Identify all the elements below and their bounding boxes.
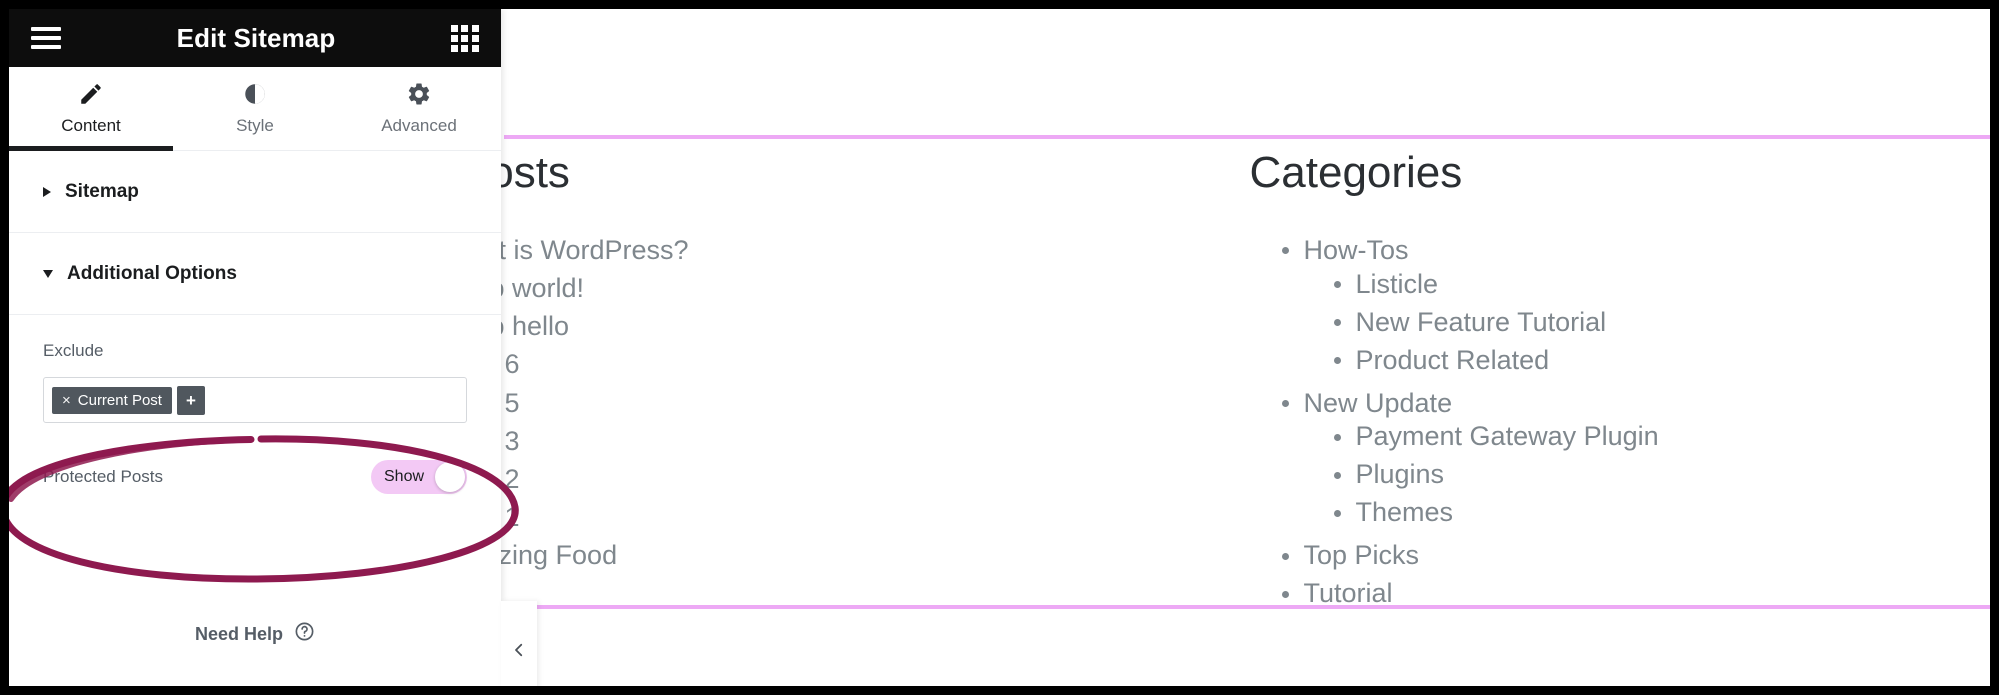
bullet-icon bbox=[1333, 471, 1341, 479]
list-item-label: How-Tos bbox=[1303, 234, 1409, 265]
list-item[interactable]: Themes bbox=[1333, 494, 1991, 532]
list-item[interactable]: Listicle bbox=[1333, 265, 1991, 303]
bullet-icon bbox=[1281, 400, 1289, 408]
list-item[interactable]: Tutorial bbox=[1281, 575, 1991, 613]
categories-list: How-Tos Listicle New Feature Tutorial Pr… bbox=[1250, 231, 1991, 613]
section-sitemap[interactable]: Sitemap bbox=[9, 151, 501, 233]
bullet-icon bbox=[1281, 247, 1289, 255]
gear-icon bbox=[406, 81, 432, 107]
bullet-icon bbox=[1333, 509, 1341, 517]
list-item-label: Tutorial bbox=[1303, 578, 1393, 609]
tab-label: Content bbox=[61, 116, 121, 135]
page-title: Edit Sitemap bbox=[176, 22, 336, 53]
list-item[interactable]: What is WordPress? bbox=[421, 231, 1130, 269]
bullet-icon bbox=[1333, 319, 1341, 327]
list-item[interactable]: Blog 3 bbox=[421, 422, 1130, 460]
list-item[interactable]: New Feature Tutorial bbox=[1333, 303, 1991, 341]
panel-collapse-button[interactable] bbox=[501, 601, 537, 686]
list-item-label: New Update bbox=[1303, 387, 1453, 418]
list-item[interactable]: Amazing Food bbox=[421, 537, 1130, 575]
tab-content[interactable]: Content bbox=[9, 67, 173, 151]
list-item-label: Plugins bbox=[1355, 459, 1445, 490]
toggle-knob bbox=[435, 462, 465, 492]
nested-list: Payment Gateway Plugin Plugins Themes bbox=[1304, 418, 1991, 532]
chevron-down-icon bbox=[43, 269, 53, 278]
tag-chip-current-post[interactable]: × Current Post bbox=[52, 386, 172, 414]
screen: My Posts What is WordPress? Hello world!… bbox=[0, 0, 1999, 695]
exclude-label: Exclude bbox=[43, 341, 104, 360]
list-item[interactable]: New Update Payment Gateway Plugin Plugin… bbox=[1281, 384, 1991, 537]
tag-chip-label: Current Post bbox=[77, 391, 162, 409]
list-item-label: Themes bbox=[1355, 497, 1454, 528]
section-additional-options[interactable]: Additional Options bbox=[9, 233, 501, 315]
list-item[interactable]: Blog 5 bbox=[421, 384, 1130, 422]
list-item[interactable]: Blog 6 bbox=[421, 346, 1130, 384]
bullet-icon bbox=[1281, 590, 1289, 598]
protected-posts-row: Protected Posts Show bbox=[43, 457, 467, 497]
tab-advanced[interactable]: Advanced bbox=[337, 67, 501, 150]
list-item[interactable]: Blog 1 bbox=[421, 498, 1130, 536]
apps-grid-icon[interactable] bbox=[451, 24, 479, 52]
toggle-state-label: Show bbox=[384, 468, 425, 485]
bullet-icon bbox=[1333, 281, 1341, 289]
bullet-icon bbox=[1333, 357, 1341, 365]
panel-header: Edit Sitemap bbox=[9, 9, 501, 67]
list-item-label: Top Picks bbox=[1303, 540, 1420, 571]
tab-label: Advanced bbox=[381, 116, 457, 135]
list-item[interactable]: How-Tos Listicle New Feature Tutorial Pr… bbox=[1281, 231, 1991, 384]
panel-body: Sitemap Additional Options Exclude × Cur… bbox=[9, 151, 501, 582]
tab-label: Style bbox=[236, 116, 274, 135]
pencil-icon bbox=[78, 81, 104, 107]
protected-posts-toggle[interactable]: Show bbox=[371, 460, 467, 494]
list-item[interactable]: Plugins bbox=[1333, 456, 1991, 494]
nested-list: Listicle New Feature Tutorial Product Re… bbox=[1304, 265, 1991, 379]
editor-panel: Edit Sitemap Content Style Advanced Site… bbox=[9, 9, 501, 686]
section-title: Additional Options bbox=[67, 262, 237, 284]
bullet-icon bbox=[1333, 433, 1341, 441]
list-item[interactable]: Product Related bbox=[1333, 341, 1991, 379]
panel-tabs: Content Style Advanced bbox=[9, 67, 501, 151]
bullet-icon bbox=[1281, 552, 1289, 560]
list-item[interactable]: Hello world! bbox=[421, 270, 1130, 308]
section-title: Sitemap bbox=[65, 180, 139, 202]
protected-posts-label: Protected Posts bbox=[43, 467, 164, 486]
list-item-label: Listicle bbox=[1355, 268, 1439, 299]
question-circle-icon bbox=[294, 621, 315, 647]
divider-top bbox=[504, 135, 1990, 139]
additional-options-body: Exclude × Current Post + Protected Posts… bbox=[9, 315, 501, 497]
hamburger-icon[interactable] bbox=[31, 27, 61, 49]
chevron-right-icon bbox=[43, 186, 51, 197]
need-help-label: Need Help bbox=[194, 623, 284, 644]
list-item[interactable]: Blog 2 bbox=[421, 460, 1130, 498]
list-item-label: Payment Gateway Plugin bbox=[1355, 421, 1659, 452]
sitemap-column-categories: Categories How-Tos Listicle New Feature … bbox=[1130, 148, 1991, 613]
close-icon[interactable]: × bbox=[62, 393, 71, 408]
tab-style[interactable]: Style bbox=[173, 67, 337, 150]
list-item[interactable]: Hello hello bbox=[421, 308, 1130, 346]
need-help-button[interactable]: Need Help bbox=[9, 582, 501, 686]
list-item[interactable]: Payment Gateway Plugin bbox=[1333, 418, 1991, 456]
list-item-label: New Feature Tutorial bbox=[1355, 306, 1607, 337]
contrast-circle-icon bbox=[242, 81, 268, 107]
list-item-label: Product Related bbox=[1355, 344, 1550, 375]
chevron-left-icon bbox=[510, 639, 528, 666]
column-title-categories: Categories bbox=[1249, 148, 1463, 197]
add-item-button[interactable]: + bbox=[176, 385, 205, 415]
exclude-input[interactable]: × Current Post + bbox=[43, 377, 467, 423]
list-item[interactable]: Top Picks bbox=[1281, 537, 1991, 575]
